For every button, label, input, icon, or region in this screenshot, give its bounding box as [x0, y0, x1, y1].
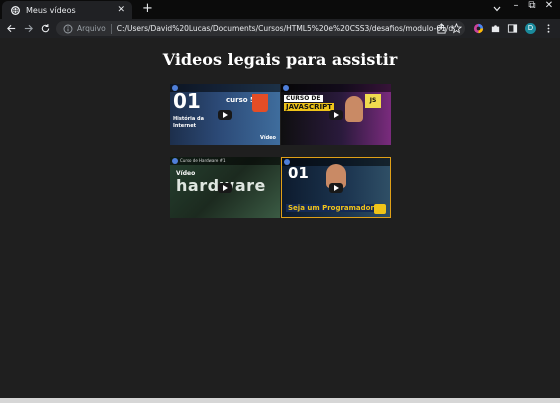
scheme-label: Arquivo	[77, 24, 106, 33]
page-title: Videos legais para assistir	[162, 50, 398, 69]
video-caption: História da Internet	[173, 116, 204, 129]
forward-button[interactable]	[21, 21, 36, 36]
extensions-icon[interactable]	[490, 23, 501, 34]
play-button[interactable]	[218, 109, 232, 120]
video-embed-hardware[interactable]: Curso de Hardware #1 Vídeo Hardware	[170, 157, 280, 218]
info-icon[interactable]	[63, 24, 73, 34]
video-caption: JAVASCRIPT	[284, 103, 334, 111]
share-icon[interactable]	[436, 23, 447, 34]
channel-avatar[interactable]	[283, 85, 289, 91]
back-button[interactable]	[4, 21, 19, 36]
divider	[110, 23, 112, 34]
color-wheel-icon[interactable]	[473, 23, 484, 34]
video-header-bar	[281, 84, 391, 92]
browser-toolbar: Arquivo C:/Users/David%20Lucas/Documents…	[0, 19, 560, 38]
address-bar[interactable]: Arquivo C:/Users/David%20Lucas/Documents…	[56, 21, 465, 36]
video-number: 01	[173, 89, 201, 113]
profile-avatar[interactable]: D	[525, 23, 536, 34]
reload-button[interactable]	[38, 21, 53, 36]
js-logo-icon: JS	[365, 94, 381, 108]
close-window-button[interactable]: ✕	[541, 0, 557, 14]
url-text[interactable]: C:/Users/David%20Lucas/Documents/Cursos/…	[117, 24, 461, 33]
video-corner-label: Vídeo	[260, 135, 276, 141]
video-number: 01	[288, 164, 309, 182]
video-label: CURSO DE	[284, 95, 323, 102]
presenter-face	[345, 96, 363, 122]
minimize-button[interactable]: –	[508, 0, 524, 14]
play-button[interactable]	[329, 182, 343, 193]
video-title: Curso de Hardware #1	[180, 158, 226, 163]
star-icon[interactable]	[451, 23, 462, 34]
arrow-left-icon	[7, 24, 16, 33]
os-taskbar	[0, 398, 560, 403]
reload-icon	[41, 24, 50, 33]
arrow-right-icon	[24, 24, 33, 33]
tab-strip: Meus vídeos ✕ + – ⧉ ✕	[0, 0, 560, 19]
video-badge: curso 5	[226, 96, 255, 104]
video-embed-programmer[interactable]: 01 Seja um Programador	[281, 157, 391, 218]
browser-tab[interactable]: Meus vídeos ✕	[2, 1, 132, 19]
new-tab-button[interactable]: +	[142, 1, 153, 17]
channel-avatar[interactable]	[172, 158, 178, 164]
tab-title: Meus vídeos	[26, 5, 76, 15]
page-content: Videos legais para assistir 01 História …	[0, 38, 560, 400]
video-header-bar: Curso de Hardware #1	[170, 157, 280, 165]
play-button[interactable]	[218, 182, 232, 193]
more-menu-icon[interactable]	[543, 23, 554, 34]
video-embed-javascript[interactable]: CURSO DE JAVASCRIPT JS	[281, 84, 391, 145]
html5-logo-icon	[252, 94, 268, 112]
video-embed-internet-history[interactable]: 01 História da Internet curso 5 Vídeo	[170, 84, 280, 145]
video-caption: Seja um Programador	[286, 204, 376, 212]
close-tab-icon[interactable]: ✕	[117, 5, 125, 15]
chevron-down-icon[interactable]	[491, 3, 503, 15]
play-button[interactable]	[329, 109, 343, 120]
side-panel-icon[interactable]	[507, 23, 518, 34]
globe-icon	[11, 5, 20, 15]
python-logo-icon	[374, 204, 386, 214]
restore-button[interactable]: ⧉	[524, 0, 540, 14]
